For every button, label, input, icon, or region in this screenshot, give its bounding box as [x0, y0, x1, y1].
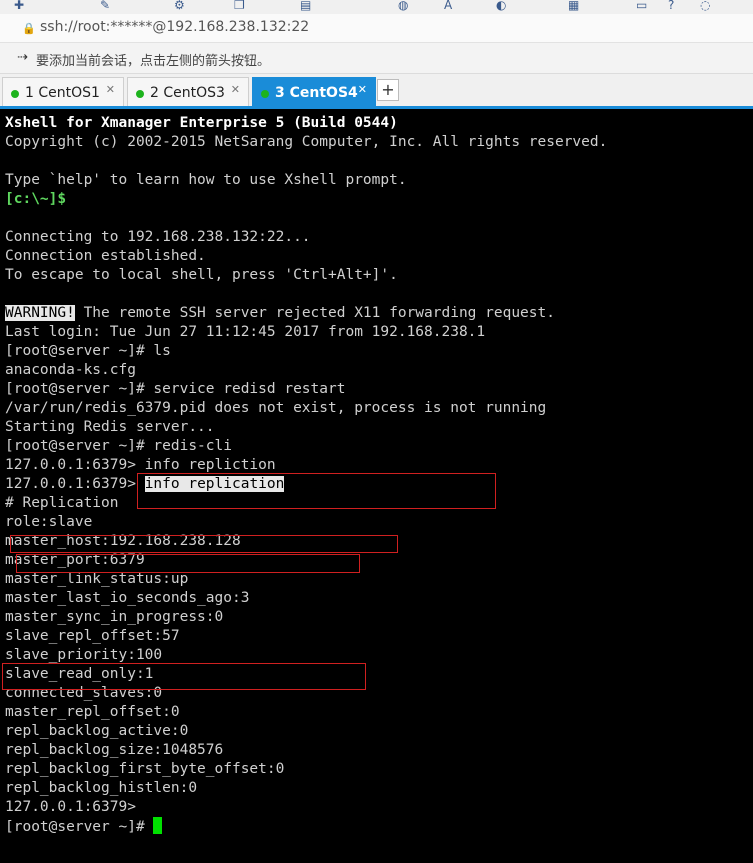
connected-status-icon — [11, 90, 19, 98]
terminal-line: Last login: Tue Jun 27 11:12:45 2017 fro… — [5, 324, 486, 340]
chat-icon[interactable]: ◌ — [700, 0, 710, 11]
globe-icon[interactable]: ◍ — [398, 0, 408, 11]
tab-centos4[interactable]: 3 CentOS4 ✕ — [252, 77, 376, 107]
annotation-box-info-replication — [137, 473, 496, 509]
close-tab-icon[interactable]: ✕ — [358, 83, 367, 96]
terminal-line: /var/run/redis_6379.pid does not exist, … — [5, 400, 547, 416]
connected-status-icon — [136, 90, 144, 98]
terminal-cursor — [153, 817, 163, 834]
keyboard-icon[interactable]: ▭ — [636, 0, 647, 11]
address-url[interactable]: ssh://root:******@192.168.238.132:22 — [40, 19, 309, 35]
font-icon[interactable]: A — [444, 0, 452, 11]
close-tab-icon[interactable]: ✕ — [106, 83, 115, 96]
terminal-line: master_repl_offset:0 — [5, 704, 180, 720]
transfer-icon[interactable]: ⚙ — [174, 0, 185, 11]
annotation-box-master-port — [16, 554, 360, 573]
terminal-line: Connection established. — [5, 248, 206, 264]
session-hint-text: 要添加当前会话，点击左侧的箭头按钮。 — [36, 54, 271, 69]
terminal-line: # Replication — [5, 495, 119, 511]
terminal-line: master_last_io_seconds_ago:3 — [5, 590, 250, 606]
color-icon[interactable]: ◐ — [496, 0, 506, 11]
terminal-line: [root@server ~]# redis-cli — [5, 438, 232, 454]
warning-text: The remote SSH server rejected X11 forwa… — [74, 305, 555, 321]
help-icon[interactable]: ? — [668, 0, 674, 11]
annotation-box-slave-read-only — [2, 663, 366, 690]
session-hint-bar: ⇢ 要添加当前会话，点击左侧的箭头按钮。 — [0, 43, 753, 74]
add-session-arrow-icon[interactable]: ⇢ — [17, 50, 28, 65]
terminal[interactable]: Xshell for Xmanager Enterprise 5 (Build … — [0, 109, 753, 863]
tab-centos3[interactable]: 2 CentOS3 ✕ — [127, 77, 249, 107]
annotation-box-master-host — [10, 535, 398, 553]
tab-centos1[interactable]: 1 CentOS1 ✕ — [2, 77, 124, 107]
terminal-line: [root@server ~]# — [5, 817, 163, 836]
terminal-line: [c:\~]$ — [5, 191, 67, 207]
terminal-line: To escape to local shell, press 'Ctrl+Al… — [5, 267, 398, 283]
terminal-line: repl_backlog_histlen:0 — [5, 780, 198, 796]
terminal-line: WARNING! The remote SSH server rejected … — [5, 304, 555, 323]
tab-label: 1 CentOS1 — [25, 85, 100, 101]
terminal-line: 127.0.0.1:6379> — [5, 799, 136, 815]
terminal-line: Connecting to 192.168.238.132:22... — [5, 229, 311, 245]
terminal-line: slave_repl_offset:57 — [5, 628, 180, 644]
close-tab-icon[interactable]: ✕ — [231, 83, 240, 96]
connected-status-icon — [261, 90, 269, 98]
terminal-line: [root@server ~]# service redisd restart — [5, 381, 346, 397]
redis-prompt: 127.0.0.1:6379> — [5, 476, 145, 492]
terminal-line: master_sync_in_progress:0 — [5, 609, 224, 625]
properties-icon[interactable]: ✎ — [100, 0, 110, 11]
layout-icon[interactable]: ▦ — [568, 0, 579, 11]
terminal-line: Xshell for Xmanager Enterprise 5 (Build … — [5, 115, 398, 131]
terminal-line: Starting Redis server... — [5, 419, 215, 435]
toolbar: ✚ ✎ ⚙ ❐ ▤ ◍ A ◐ ▦ ▭ ? ◌ — [0, 0, 753, 14]
new-session-icon[interactable]: ✚ — [14, 0, 24, 11]
terminal-line: repl_backlog_active:0 — [5, 723, 189, 739]
terminal-line: repl_backlog_first_byte_offset:0 — [5, 761, 285, 777]
tab-label: 2 CentOS3 — [150, 85, 225, 101]
warning-label: WARNING! — [5, 305, 75, 321]
terminal-line: repl_backlog_size:1048576 — [5, 742, 224, 758]
terminal-line: Copyright (c) 2002-2015 NetSarang Comput… — [5, 134, 608, 150]
copy-icon[interactable]: ❐ — [234, 0, 245, 11]
tab-label: 3 CentOS4 — [275, 85, 358, 101]
shell-prompt: [root@server ~]# — [5, 819, 154, 835]
terminal-line: Type `help' to learn how to use Xshell p… — [5, 172, 407, 188]
print-icon[interactable]: ▤ — [300, 0, 311, 11]
terminal-line: role:slave — [5, 514, 93, 530]
terminal-line: [root@server ~]# ls — [5, 343, 171, 359]
new-tab-button[interactable]: + — [377, 79, 399, 101]
terminal-line: anaconda-ks.cfg — [5, 362, 136, 378]
lock-icon: 🔒 — [22, 22, 36, 35]
address-bar[interactable]: 🔒 ssh://root:******@192.168.238.132:22 — [0, 14, 753, 43]
